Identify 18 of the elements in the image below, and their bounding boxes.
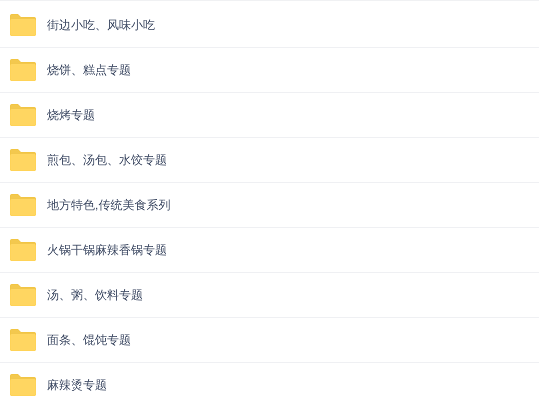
folder-name[interactable]: 麻辣烫专题 xyxy=(47,376,107,394)
folder-icon xyxy=(10,104,36,126)
folder-icon xyxy=(10,374,36,396)
folder-icon xyxy=(10,59,36,81)
folder-name[interactable]: 面条、馄饨专题 xyxy=(47,331,131,349)
folder-icon xyxy=(10,149,36,171)
folder-icon xyxy=(10,239,36,261)
folder-name[interactable]: 街边小吃、风味小吃 xyxy=(47,16,155,34)
folder-name[interactable]: 烧饼、糕点专题 xyxy=(47,61,131,79)
folder-name[interactable]: 汤、粥、饮料专题 xyxy=(47,286,143,304)
folder-name[interactable]: 火锅干锅麻辣香锅专题 xyxy=(47,241,167,259)
folder-icon xyxy=(10,14,36,36)
folder-name[interactable]: 地方特色,传统美食系列 xyxy=(47,196,170,214)
folder-name[interactable]: 煎包、汤包、水饺专题 xyxy=(47,151,167,169)
folder-name[interactable]: 烧烤专题 xyxy=(47,106,95,124)
folder-icon xyxy=(10,284,36,306)
folder-icon xyxy=(10,329,36,351)
folder-icon xyxy=(10,194,36,216)
